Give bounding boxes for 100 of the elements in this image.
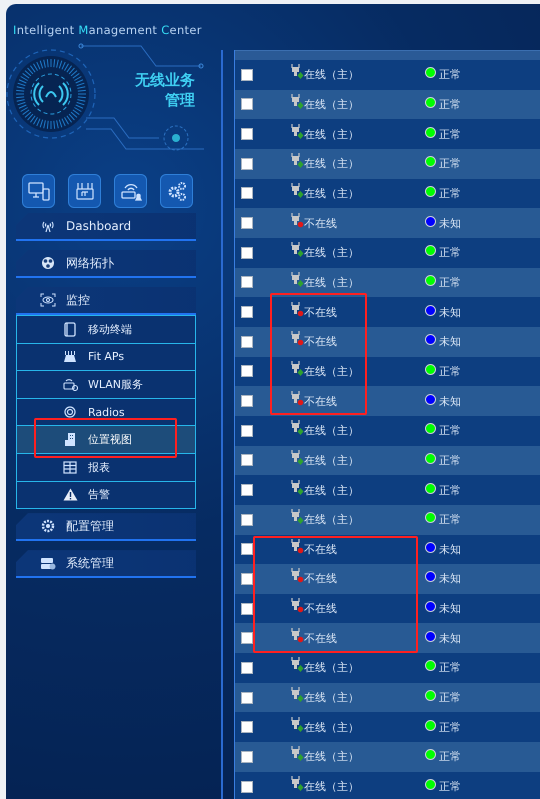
gear-icon <box>40 519 56 534</box>
antenna-icon <box>40 219 56 233</box>
health-text: 未知 <box>439 630 461 646</box>
row-checkbox[interactable] <box>241 98 253 110</box>
status-text: 不在线 <box>304 571 337 586</box>
menu-item[interactable]: Dashboard <box>16 213 196 241</box>
row-checkbox[interactable] <box>241 572 253 585</box>
status-text: 在线（主） <box>304 660 359 676</box>
router-bell-button[interactable] <box>114 174 147 208</box>
row-checkbox[interactable] <box>241 662 253 674</box>
health-text: 正常 <box>439 126 461 142</box>
row-checkbox[interactable] <box>241 454 253 466</box>
health-text: 未知 <box>439 216 461 231</box>
row-checkbox[interactable] <box>241 721 253 734</box>
status-text: 不在线 <box>304 630 337 646</box>
status-text: 在线（主） <box>304 67 359 82</box>
table-icon <box>62 460 78 474</box>
row-checkbox[interactable] <box>241 217 253 230</box>
row-checkbox[interactable] <box>241 246 253 259</box>
row-checkbox[interactable] <box>241 692 253 704</box>
row-checkbox[interactable] <box>241 365 253 378</box>
submenu-item[interactable]: 移动终端 <box>17 316 195 344</box>
menu-item[interactable]: 监控 <box>16 287 196 315</box>
health-text: 正常 <box>439 660 461 676</box>
health-text: 正常 <box>439 749 461 764</box>
row-checkbox[interactable] <box>241 128 253 140</box>
health-text: 未知 <box>439 571 461 586</box>
health-text: 正常 <box>439 67 461 82</box>
row-checkbox[interactable] <box>241 395 253 408</box>
settings-icon <box>166 180 188 202</box>
row-checkbox[interactable] <box>241 68 253 81</box>
health-text: 正常 <box>439 720 461 735</box>
status-text: 在线（主） <box>304 482 359 498</box>
status-text: 在线（主） <box>304 749 359 764</box>
submenu-item[interactable]: 告警 <box>17 482 195 508</box>
app-title: Intelligent Management Center <box>13 23 203 39</box>
health-text: 正常 <box>439 364 461 379</box>
menu-item[interactable]: 配置管理 <box>16 513 196 542</box>
health-text: 正常 <box>439 482 461 498</box>
status-text: 在线（主） <box>304 96 359 112</box>
devices-button[interactable] <box>22 174 55 208</box>
status-text: 不在线 <box>304 601 337 616</box>
row-checkbox[interactable] <box>241 750 253 763</box>
health-text: 正常 <box>439 245 461 260</box>
ap-icon <box>62 350 78 364</box>
status-text: 在线（主） <box>304 156 359 172</box>
warning-icon <box>62 488 78 502</box>
health-text: 未知 <box>439 542 461 557</box>
status-text: 不在线 <box>304 334 337 350</box>
health-text: 正常 <box>439 512 461 528</box>
router-icon <box>62 377 78 392</box>
health-text: 正常 <box>439 186 461 201</box>
row-checkbox[interactable] <box>241 632 253 644</box>
submenu-item[interactable]: Fit APs <box>17 344 195 372</box>
menu-item[interactable]: 网络拓扑 <box>16 250 196 278</box>
row-checkbox[interactable] <box>241 780 253 793</box>
menu-item[interactable]: 系统管理 <box>16 550 196 578</box>
row-checkbox[interactable] <box>241 336 253 348</box>
health-text: 正常 <box>439 274 461 290</box>
eye-icon <box>40 293 56 307</box>
row-checkbox[interactable] <box>241 424 253 437</box>
status-text: 在线（主） <box>304 364 359 379</box>
health-text: 未知 <box>439 601 461 616</box>
row-checkbox[interactable] <box>241 158 253 170</box>
status-text: 在线（主） <box>304 690 359 706</box>
submenu-item[interactable]: WLAN服务 <box>17 371 195 399</box>
health-text: 正常 <box>439 690 461 706</box>
row-checkbox[interactable] <box>241 602 253 615</box>
health-text: 正常 <box>439 423 461 438</box>
status-text: 不在线 <box>304 304 337 320</box>
submenu-item[interactable]: 报表 <box>17 454 195 482</box>
status-text: 在线（主） <box>304 245 359 260</box>
row-checkbox[interactable] <box>241 484 253 496</box>
status-text: 不在线 <box>304 542 337 557</box>
status-text: 不在线 <box>304 216 337 231</box>
row-checkbox[interactable] <box>241 514 253 526</box>
server-icon <box>40 556 56 570</box>
logo-text: 无线业务 管理 <box>135 70 195 110</box>
row-checkbox[interactable] <box>241 276 253 288</box>
access-point-button[interactable] <box>68 174 101 208</box>
health-text: 未知 <box>439 304 461 320</box>
status-text: 不在线 <box>304 394 337 409</box>
status-text: 在线（主） <box>304 423 359 438</box>
status-text: 在线（主） <box>304 779 359 794</box>
health-text: 正常 <box>439 156 461 172</box>
status-text: 在线（主） <box>304 720 359 735</box>
radio-icon <box>62 406 78 418</box>
row-checkbox[interactable] <box>241 543 253 556</box>
submenu-item[interactable]: 位置视图 <box>17 426 195 454</box>
health-text: 未知 <box>439 394 461 409</box>
settings-button[interactable] <box>160 174 193 208</box>
status-text: 在线（主） <box>304 452 359 468</box>
status-text: 在线（主） <box>304 186 359 201</box>
devices-icon <box>28 181 50 201</box>
health-text: 未知 <box>439 334 461 350</box>
health-text: 正常 <box>439 452 461 468</box>
row-checkbox[interactable] <box>241 306 253 318</box>
globe-icon <box>40 256 56 270</box>
row-checkbox[interactable] <box>241 187 253 200</box>
building-icon <box>62 432 78 448</box>
